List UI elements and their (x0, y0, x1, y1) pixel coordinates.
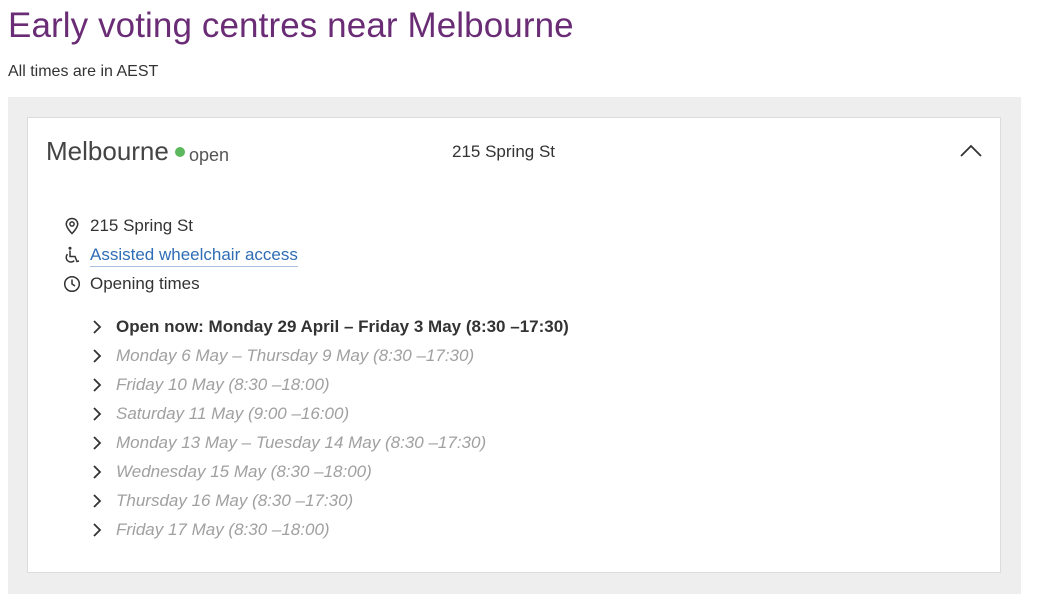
chevron-up-icon (960, 144, 982, 157)
opening-time-label: Friday 17 May (8:30 –18:00) (116, 520, 330, 539)
timezone-note: All times are in AEST (8, 63, 159, 80)
status-badge: open (189, 145, 230, 165)
chevron-right-icon (93, 494, 102, 508)
chevron-right-icon (93, 465, 102, 479)
opening-time-label: Thursday 16 May (8:30 –17:30) (116, 491, 354, 510)
chevron-right-icon (93, 320, 102, 334)
opening-time-label: Saturday 11 May (9:00 –16:00) (116, 404, 350, 423)
status-dot-icon (175, 147, 185, 157)
opening-time-label: Open now: Monday 29 April – Friday 3 May… (116, 317, 569, 336)
chevron-right-icon (93, 523, 102, 537)
centre-name[interactable]: Melbourne (46, 136, 169, 166)
location-pin-icon (65, 217, 79, 235)
address-text: 215 Spring St (90, 216, 194, 235)
wheelchair-icon (65, 246, 80, 263)
opening-time-label: Wednesday 15 May (8:30 –18:00) (116, 462, 372, 481)
clock-icon (63, 275, 81, 293)
header-address: 215 Spring St (452, 142, 556, 161)
voting-centre-card: Melbourne open 215 Spring St 215 Spring … (27, 117, 1001, 573)
opening-time-label: Monday 6 May – Thursday 9 May (8:30 –17:… (116, 346, 475, 365)
chevron-right-icon (93, 349, 102, 363)
opening-time-label: Friday 10 May (8:30 –18:00) (116, 375, 330, 394)
chevron-right-icon (93, 407, 102, 421)
chevron-right-icon (93, 378, 102, 392)
opening-times-label: Opening times (90, 274, 200, 293)
opening-time-label: Monday 13 May – Tuesday 14 May (8:30 –17… (116, 433, 487, 452)
chevron-right-icon (93, 436, 102, 450)
page-title: Early voting centres near Melbourne (8, 6, 574, 45)
collapse-button[interactable] (958, 138, 984, 164)
results-panel: Melbourne open 215 Spring St 215 Spring … (8, 97, 1021, 594)
wheelchair-access-link[interactable]: Assisted wheelchair access (90, 244, 298, 267)
